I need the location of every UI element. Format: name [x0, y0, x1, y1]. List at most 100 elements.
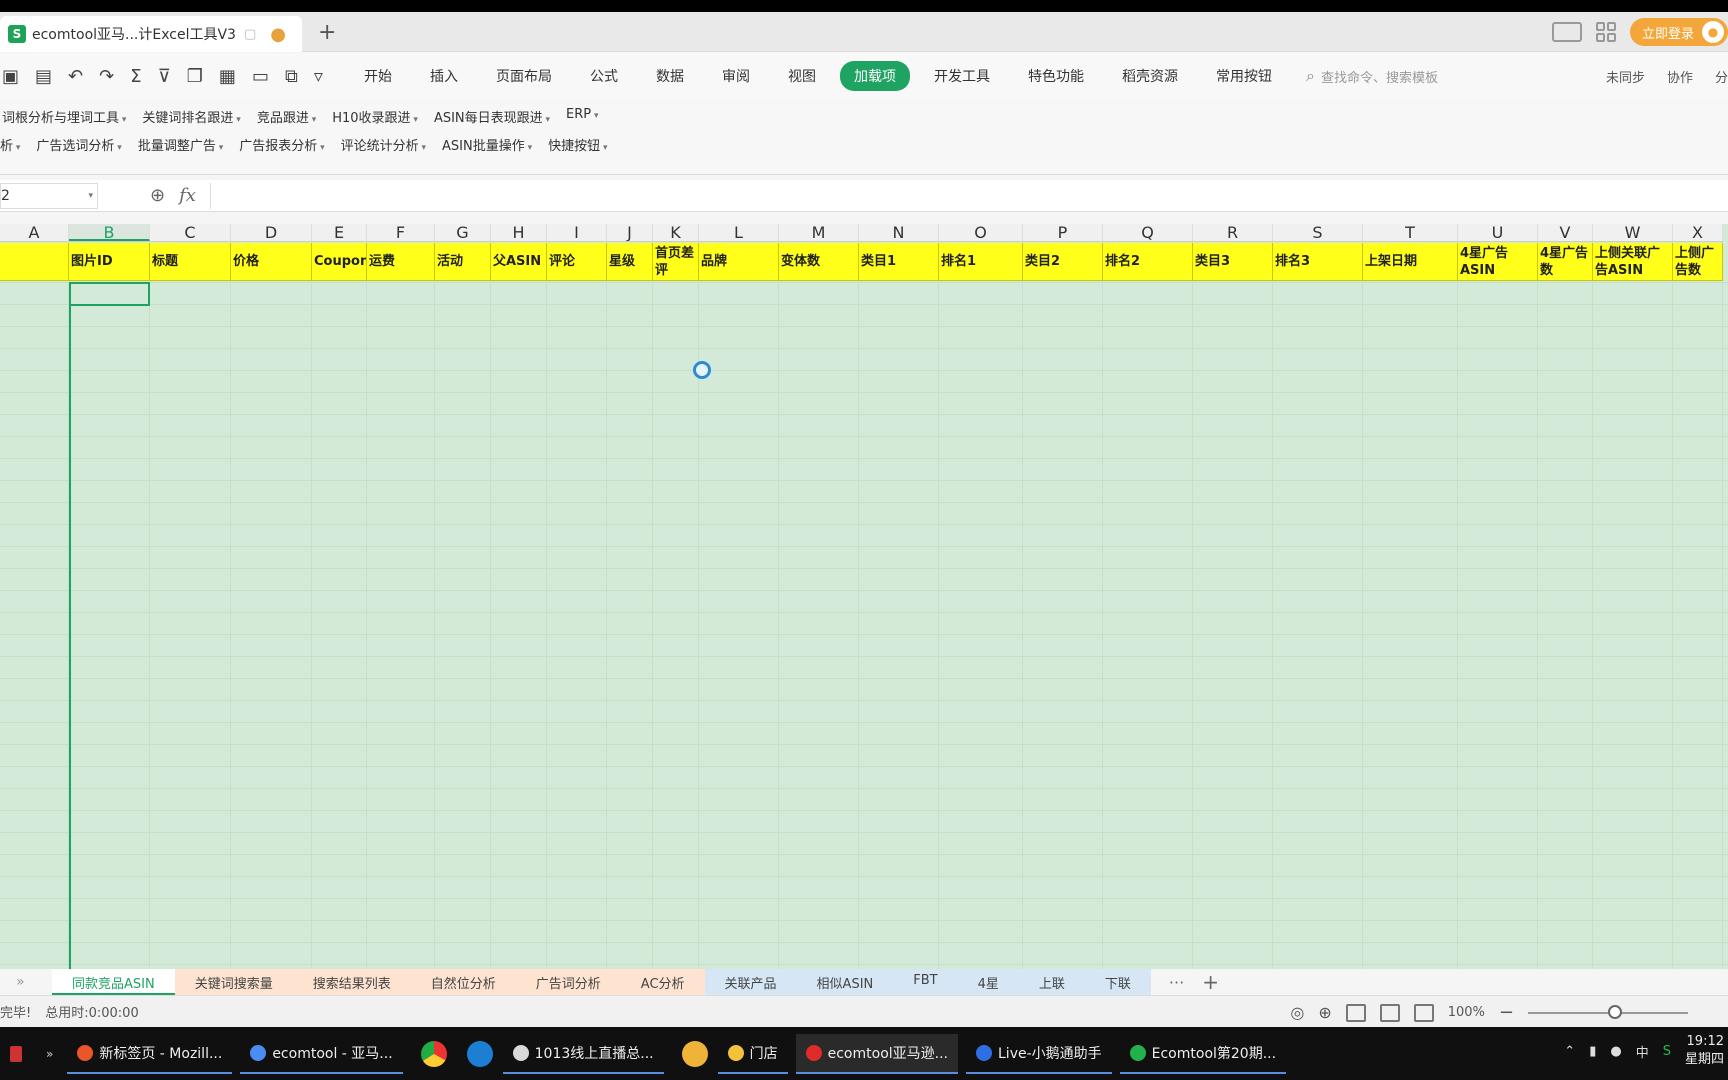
- header-cell[interactable]: 4星广告数: [1538, 243, 1593, 280]
- tab-formulas[interactable]: 公式: [576, 61, 632, 91]
- addin-erp[interactable]: ERP: [566, 107, 598, 126]
- column-header-f[interactable]: F: [367, 224, 435, 241]
- header-cell[interactable]: 类目3: [1193, 243, 1273, 280]
- addin-asin-batch-ops[interactable]: ASIN批量操作: [442, 135, 532, 154]
- collaborate-button[interactable]: 协作: [1667, 67, 1693, 86]
- header-cell[interactable]: 排名1: [939, 243, 1023, 280]
- sheet-tab[interactable]: 广告词分析: [515, 969, 621, 995]
- zoom-slider[interactable]: [1528, 1004, 1688, 1019]
- header-cell[interactable]: 变体数: [779, 243, 859, 280]
- column-header-p[interactable]: P: [1023, 224, 1103, 241]
- header-cell[interactable]: Coupon: [312, 243, 367, 280]
- eye-protection-icon[interactable]: ◎: [1290, 1003, 1304, 1022]
- tab-view[interactable]: 视图: [774, 61, 830, 91]
- sheet-tab[interactable]: 关键词搜索量: [174, 969, 293, 995]
- tab-addins[interactable]: 加载项: [840, 61, 910, 91]
- column-header-b[interactable]: B: [69, 224, 150, 241]
- sheet-tab[interactable]: 上联: [1018, 969, 1085, 995]
- column-header-o[interactable]: O: [939, 224, 1023, 241]
- addin-batch-adjust-ads[interactable]: 批量调整广告: [138, 135, 223, 154]
- sheet-tab[interactable]: 关联产品: [704, 969, 797, 995]
- addin-quick-buttons[interactable]: 快捷按钮: [548, 135, 607, 154]
- page-layout-view-icon[interactable]: [1379, 1003, 1400, 1022]
- header-cell[interactable]: 品牌: [699, 243, 779, 280]
- sheet-tab[interactable]: 同款竞品ASIN: [52, 969, 175, 995]
- sum-icon[interactable]: Σ: [130, 66, 141, 87]
- header-cell[interactable]: 价格: [231, 243, 312, 280]
- column-header-c[interactable]: C: [150, 224, 231, 241]
- taskbar-chrome[interactable]: ecomtool - 亚马...: [240, 1034, 403, 1074]
- tab-insert[interactable]: 插入: [416, 61, 472, 91]
- header-cell[interactable]: 星级: [607, 243, 653, 280]
- chrome-icon[interactable]: [420, 1040, 447, 1067]
- addin-asin-daily-track[interactable]: ASIN每日表现跟进: [434, 107, 550, 126]
- sync-status-button[interactable]: 未同步: [1606, 67, 1645, 86]
- selected-cell[interactable]: [69, 282, 150, 306]
- addin-analysis[interactable]: 析: [0, 135, 20, 154]
- addin-review-stats[interactable]: 评论统计分析: [341, 135, 426, 154]
- column-header-k[interactable]: K: [653, 224, 699, 241]
- app-icon[interactable]: [681, 1040, 708, 1067]
- column-header-g[interactable]: G: [435, 224, 491, 241]
- apps-grid-icon[interactable]: [1595, 22, 1616, 42]
- wps-tray-icon[interactable]: S: [1663, 1044, 1671, 1059]
- addin-keyword-rank-track[interactable]: 关键词排名跟进: [142, 107, 240, 126]
- document-tab[interactable]: S ecomtool亚马...计Excel工具V3 ▢ ●: [0, 16, 302, 52]
- new-tab-button[interactable]: +: [318, 20, 336, 45]
- formula-input[interactable]: [209, 182, 1728, 209]
- zoom-out-icon[interactable]: −: [1499, 1002, 1514, 1023]
- add-sheet-button[interactable]: +: [1202, 970, 1219, 994]
- header-cell[interactable]: 首页差评: [653, 243, 699, 280]
- column-header-x[interactable]: X: [1673, 224, 1723, 241]
- cross-icon[interactable]: ⊕: [1318, 1003, 1331, 1022]
- column-header-a[interactable]: A: [0, 224, 69, 241]
- chevron-down-icon[interactable]: ▿: [314, 66, 323, 87]
- tab-common-buttons[interactable]: 常用按钮: [1202, 61, 1286, 91]
- clock[interactable]: 19:12 星期四: [1685, 1033, 1724, 1069]
- addin-keyword-root-tool[interactable]: 词根分析与埋词工具: [2, 107, 126, 126]
- column-header-l[interactable]: L: [699, 224, 779, 241]
- column-header-e[interactable]: E: [312, 224, 367, 241]
- name-box[interactable]: 2 ▾: [0, 182, 98, 209]
- taskbar-live[interactable]: Live-小鹅通助手: [966, 1034, 1112, 1074]
- sheet-tab[interactable]: 相似ASIN: [796, 969, 894, 995]
- column-header-s[interactable]: S: [1273, 224, 1363, 241]
- header-cell[interactable]: 上架日期: [1363, 243, 1458, 280]
- addin-competitor-track[interactable]: 竞品跟进: [257, 107, 316, 126]
- sheet-tab[interactable]: 自然位分析: [410, 969, 516, 995]
- sheet-tab[interactable]: 4星: [957, 969, 1019, 995]
- tab-docer-resources[interactable]: 稻壳资源: [1108, 61, 1192, 91]
- column-header-j[interactable]: J: [607, 224, 653, 241]
- sheet-tab[interactable]: FBT: [893, 969, 958, 995]
- sheet-nav-icon[interactable]: »: [0, 974, 52, 990]
- chevron-up-icon[interactable]: ⌃: [1564, 1044, 1575, 1059]
- header-cell[interactable]: 类目2: [1023, 243, 1103, 280]
- tab-special-features[interactable]: 特色功能: [1014, 61, 1098, 91]
- taskbar-wps[interactable]: ecomtool亚马逊...: [795, 1033, 958, 1074]
- header-cell[interactable]: 标题: [150, 243, 231, 280]
- sheet-tab[interactable]: 下联: [1084, 969, 1151, 995]
- app-icon[interactable]: [10, 1045, 22, 1062]
- ime-indicator[interactable]: 中: [1636, 1042, 1649, 1061]
- function-icon[interactable]: fx: [179, 185, 196, 206]
- window-layout-icon[interactable]: [1551, 22, 1582, 42]
- chevron-down-icon[interactable]: ▾: [88, 191, 93, 201]
- page-break-view-icon[interactable]: [1413, 1003, 1434, 1022]
- tab-page-layout[interactable]: 页面布局: [482, 61, 566, 91]
- print-icon[interactable]: ▭: [252, 66, 269, 87]
- sheet-tab[interactable]: 搜索结果列表: [292, 969, 411, 995]
- more-sheets-button[interactable]: ···: [1169, 973, 1184, 992]
- taskbar-document[interactable]: 1013线上直播总...: [502, 1034, 664, 1074]
- header-cell[interactable]: 4星广告ASIN: [1458, 243, 1538, 280]
- filter-icon[interactable]: ⊽: [158, 66, 171, 87]
- undo-icon[interactable]: ↶: [68, 66, 83, 87]
- usb-icon[interactable]: ▮: [1589, 1044, 1596, 1059]
- command-search[interactable]: ⌕ 查找命令、搜索模板: [1306, 66, 1556, 86]
- wechat-tray-icon[interactable]: ●: [1610, 1044, 1621, 1059]
- addin-ad-report-analysis[interactable]: 广告报表分析: [239, 135, 324, 154]
- taskbar-folder[interactable]: 门店: [717, 1034, 788, 1074]
- header-cell[interactable]: 上侧关联广告ASIN: [1593, 243, 1673, 280]
- chat-icon[interactable]: ▢: [244, 27, 256, 42]
- spreadsheet-grid[interactable]: ABCDEFGHIJKLMNOPQRSTUVWX 图片ID 标题 价格 Coupon 运…: [0, 224, 1728, 969]
- column-header-m[interactable]: M: [779, 224, 859, 241]
